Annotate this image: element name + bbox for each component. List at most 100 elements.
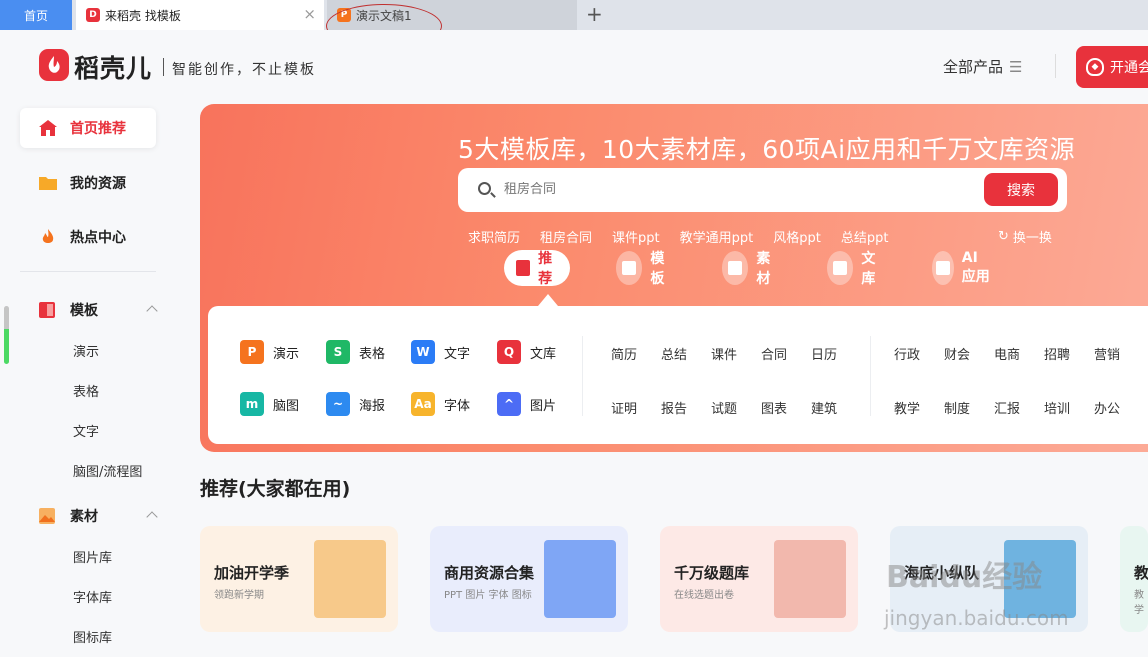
close-tab-icon[interactable]: × (303, 7, 316, 22)
tab-docer-templates[interactable]: D 来稻壳 找模板 × (76, 0, 324, 30)
app-label: 图片 (530, 398, 557, 414)
hot-tag[interactable]: 总结ppt (841, 227, 889, 246)
app-presentation[interactable]: P 演示 (240, 340, 299, 364)
recommend-card[interactable]: 商用资源合集 PPT 图片 字体 图标 (430, 526, 628, 632)
keyword-link[interactable]: 汇报 (994, 398, 1020, 417)
vip-button[interactable]: ◆ 开通会 (1076, 46, 1148, 88)
sidebar-item-document[interactable]: 文字 (73, 421, 99, 440)
hot-tag[interactable]: 风格ppt (773, 227, 821, 246)
app-font[interactable]: Aa 字体 (411, 392, 470, 416)
tab-label: 文库 (861, 251, 876, 287)
scrollbar[interactable] (4, 306, 9, 364)
hot-tag[interactable]: 课件ppt (612, 227, 660, 246)
keyword-link[interactable]: 课件 (711, 344, 737, 363)
keyword-link[interactable]: 电商 (994, 344, 1020, 363)
keyword-link[interactable]: 财会 (944, 344, 970, 363)
card-title: 教 (1134, 564, 1148, 582)
app-document[interactable]: W 文字 (411, 340, 470, 364)
keyword-link[interactable]: 日历 (811, 344, 837, 363)
recommend-card[interactable]: 加油开学季 领跑新学期 (200, 526, 398, 632)
book-icon (827, 251, 854, 285)
recommend-card[interactable]: 海底小纵队 (890, 526, 1088, 632)
tab-home[interactable]: 首页 (0, 0, 72, 30)
search-button[interactable]: 搜索 (984, 173, 1058, 206)
sidebar-item-hot[interactable]: 热点中心 (20, 217, 156, 257)
chevron-up-icon[interactable] (146, 305, 158, 317)
app-spreadsheet[interactable]: S 表格 (326, 340, 385, 364)
tab-label: 推荐 (538, 251, 553, 287)
sidebar-item-image-library[interactable]: 图片库 (73, 547, 112, 566)
docer-logo-icon: D (86, 8, 100, 22)
keyword-link[interactable]: 建筑 (811, 398, 837, 417)
keyword-link[interactable]: 证明 (611, 398, 637, 417)
keyword-link[interactable]: 总结 (661, 344, 687, 363)
app-image[interactable]: ^ 图片 (497, 392, 556, 416)
slogan: 智能创作，不止模板 (172, 62, 316, 78)
keyword-link[interactable]: 招聘 (1044, 344, 1070, 363)
recommend-card[interactable]: 教 教学 (1120, 526, 1148, 632)
app-mindmap[interactable]: m 脑图 (240, 392, 299, 416)
chevron-up-icon[interactable] (146, 511, 158, 523)
all-products-menu[interactable]: 全部产品 ☰ (943, 56, 1022, 77)
cube-icon (932, 251, 954, 285)
card-title: 加油开学季 (214, 564, 290, 582)
keyword-link[interactable]: 教学 (894, 398, 920, 417)
card-illustration (1004, 540, 1076, 618)
home-icon (39, 120, 57, 136)
sidebar-item-label: 我的资源 (70, 176, 126, 192)
app-library[interactable]: Q 文库 (497, 340, 556, 364)
hot-tag[interactable]: 求职简历 (468, 227, 520, 246)
hot-tag[interactable]: 教学通用ppt (680, 227, 754, 246)
app-label: 字体 (444, 398, 471, 414)
sidebar-item-spreadsheet[interactable]: 表格 (73, 381, 99, 400)
sidebar-section-templates[interactable]: 模板 (38, 299, 158, 321)
keyword-link[interactable]: 培训 (1044, 398, 1070, 417)
docer-logo-icon[interactable] (39, 49, 69, 81)
picture-icon: ^ (497, 392, 521, 416)
keyword-link[interactable]: 办公 (1094, 398, 1120, 417)
tab-library[interactable]: 文库 (827, 250, 883, 287)
new-tab-button[interactable]: + (586, 3, 603, 25)
sidebar-item-icon-library[interactable]: 图标库 (73, 627, 112, 646)
sidebar-section-materials[interactable]: 素材 (38, 505, 158, 527)
hero-banner: 5大模板库，10大素材库，60项Ai应用和千万文库资源 搜索 求职简历 租房合同… (200, 104, 1148, 452)
recommend-title: 推荐(大家都在用) (200, 478, 351, 500)
thumbs-up-icon (516, 251, 531, 285)
font-icon: Aa (411, 392, 435, 416)
recommend-card[interactable]: 千万级题库 在线选题出卷 (660, 526, 858, 632)
keyword-link[interactable]: 报告 (661, 398, 687, 417)
keyword-link[interactable]: 制度 (944, 398, 970, 417)
spreadsheet-icon: S (326, 340, 350, 364)
tab-ai-apps[interactable]: AI应用 (932, 250, 990, 286)
refresh-button[interactable]: ↻ 换一换 (998, 227, 1052, 246)
app-label: 演示 (273, 346, 300, 362)
tab-label: 素材 (756, 251, 771, 287)
card-illustration (774, 540, 846, 618)
sidebar-item-font-library[interactable]: 字体库 (73, 587, 112, 606)
tab-materials[interactable]: 素材 (722, 250, 778, 287)
sidebar-item-label: 首页推荐 (70, 121, 126, 137)
tab-templates[interactable]: 模板 (616, 250, 672, 287)
sidebar-item-my-resources[interactable]: 我的资源 (20, 163, 156, 203)
keyword-link[interactable]: 图表 (761, 398, 787, 417)
app-label: 表格 (359, 346, 386, 362)
keyword-link[interactable]: 试题 (711, 398, 737, 417)
search-input[interactable] (504, 182, 904, 197)
active-tab-pointer (538, 294, 558, 306)
sidebar-item-mindmap[interactable]: 脑图/流程图 (73, 461, 142, 480)
keyword-link[interactable]: 行政 (894, 344, 920, 363)
keyword-link[interactable]: 简历 (611, 344, 637, 363)
card-title: 海底小纵队 (904, 564, 980, 582)
sidebar-item-home[interactable]: 首页推荐 (20, 108, 156, 148)
hot-tag[interactable]: 租房合同 (540, 227, 592, 246)
brand-name[interactable]: 稻壳儿 (74, 49, 152, 85)
sidebar-item-presentation[interactable]: 演示 (73, 341, 99, 360)
tab-presentation[interactable]: P 演示文稿1 (327, 0, 577, 30)
poster-icon: ~ (326, 392, 350, 416)
keyword-link[interactable]: 营销 (1094, 344, 1120, 363)
keyword-link[interactable]: 合同 (761, 344, 787, 363)
sidebar-divider (20, 271, 156, 272)
app-poster[interactable]: ~ 海报 (326, 392, 385, 416)
sidebar: 首页推荐 我的资源 热点中心 模板 演示 表格 文字 脑图/流程图 素材 图片库… (0, 102, 170, 657)
tab-recommend[interactable]: 推荐 (504, 250, 570, 287)
